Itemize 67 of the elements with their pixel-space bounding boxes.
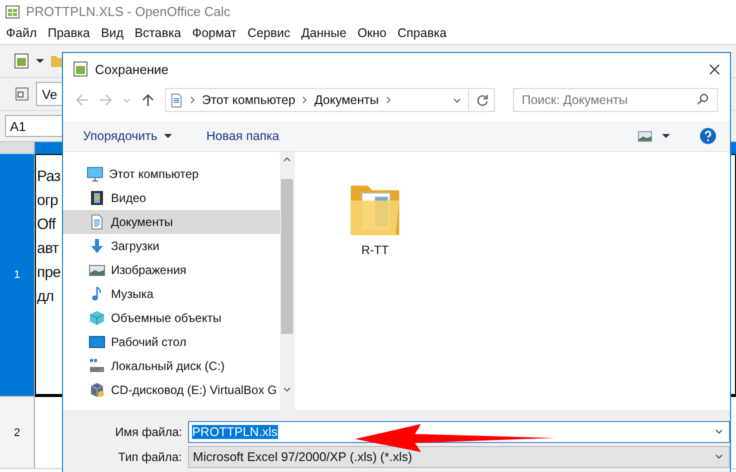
address-bar[interactable]: Этот компьютер Документы xyxy=(164,88,495,112)
row-header[interactable]: 2 xyxy=(0,397,35,469)
nav-item[interactable]: CD-дисковод (E:) VirtualBox G xyxy=(63,378,280,402)
nav-item[interactable]: Изображения xyxy=(63,258,280,282)
menu-item[interactable]: Окно xyxy=(357,26,386,40)
row-header[interactable]: 1 xyxy=(0,154,35,397)
view-icon[interactable] xyxy=(638,130,652,142)
file-type-dropdown[interactable]: Microsoft Excel 97/2000/XP (.xls) (*.xls) xyxy=(188,446,730,468)
nav-item[interactable]: Рабочий стол xyxy=(63,330,280,354)
chevron-right-icon xyxy=(190,96,195,104)
nav-item[interactable]: Видео xyxy=(63,186,280,210)
close-icon[interactable] xyxy=(709,64,720,74)
drive-icon xyxy=(89,358,105,374)
menu-item[interactable]: Формат xyxy=(192,26,236,40)
menu-item[interactable]: Правка xyxy=(48,26,90,40)
scrollbar[interactable] xyxy=(280,152,294,410)
nav-item[interactable]: Этот компьютер xyxy=(63,162,280,186)
chevron-right-icon xyxy=(302,96,308,104)
up-arrow-icon[interactable] xyxy=(140,93,155,107)
scroll-down-icon[interactable] xyxy=(283,387,291,392)
nav-item[interactable]: Локальный диск (C:) xyxy=(63,354,280,378)
search-icon xyxy=(697,93,709,105)
chevron-down-icon[interactable] xyxy=(715,429,723,434)
styles-icon[interactable] xyxy=(14,86,30,102)
caret-icon xyxy=(164,134,172,138)
down-arrow-icon xyxy=(89,238,105,254)
search-field[interactable]: Поиск: Документы xyxy=(512,88,718,112)
menu-item[interactable]: Данные xyxy=(301,26,346,40)
menu-item[interactable]: Вставка xyxy=(134,26,182,40)
help-icon[interactable] xyxy=(700,128,716,144)
chevron-down-icon[interactable] xyxy=(452,98,461,102)
command-button[interactable]: Новая папка xyxy=(202,127,284,145)
film-icon xyxy=(89,190,105,206)
spreadsheet-icon xyxy=(73,61,89,77)
file-name-field[interactable]: PROTTPLN.xls xyxy=(188,420,730,442)
command-button[interactable]: Упорядочить xyxy=(79,127,176,145)
scroll-up-icon[interactable] xyxy=(283,157,291,162)
caret-icon[interactable] xyxy=(662,134,670,138)
computer-icon xyxy=(87,166,103,182)
dialog-title: Сохранение xyxy=(95,62,169,76)
cube-icon xyxy=(89,382,105,398)
breadcrumb-item[interactable]: Этот компьютер xyxy=(202,93,296,107)
document-icon xyxy=(89,214,105,230)
spreadsheet-icon[interactable] xyxy=(14,53,30,69)
menu-item[interactable]: Сервис xyxy=(247,26,290,40)
chevron-right-icon xyxy=(386,96,391,104)
cube-icon xyxy=(89,310,105,326)
corner-cell xyxy=(0,142,35,154)
spreadsheet-icon xyxy=(5,3,21,19)
nav-item[interactable]: Документы xyxy=(63,210,280,234)
field-label: Тип файла: xyxy=(117,450,183,464)
folder-name[interactable]: R-TT xyxy=(361,243,389,257)
desktop-icon xyxy=(89,334,105,350)
image-icon xyxy=(89,262,105,278)
refresh-icon[interactable] xyxy=(476,94,489,106)
menu-item[interactable]: Справка xyxy=(398,26,447,40)
chevron-down-icon[interactable] xyxy=(715,454,723,459)
menu-item[interactable]: Файл xyxy=(6,26,37,40)
document-icon xyxy=(170,92,183,108)
breadcrumb-item[interactable]: Документы xyxy=(314,93,379,107)
nav-item[interactable]: Загрузки xyxy=(63,234,280,258)
nav-item[interactable]: Объемные объекты xyxy=(63,306,280,330)
nav-item[interactable]: Музыка xyxy=(63,282,280,306)
caret-icon[interactable] xyxy=(36,59,44,63)
menu-item[interactable]: Вид xyxy=(100,26,124,40)
window-title: PROTTPLN.XLS - OpenOffice Calc xyxy=(26,4,230,18)
field-label: Имя файла: xyxy=(114,424,184,438)
